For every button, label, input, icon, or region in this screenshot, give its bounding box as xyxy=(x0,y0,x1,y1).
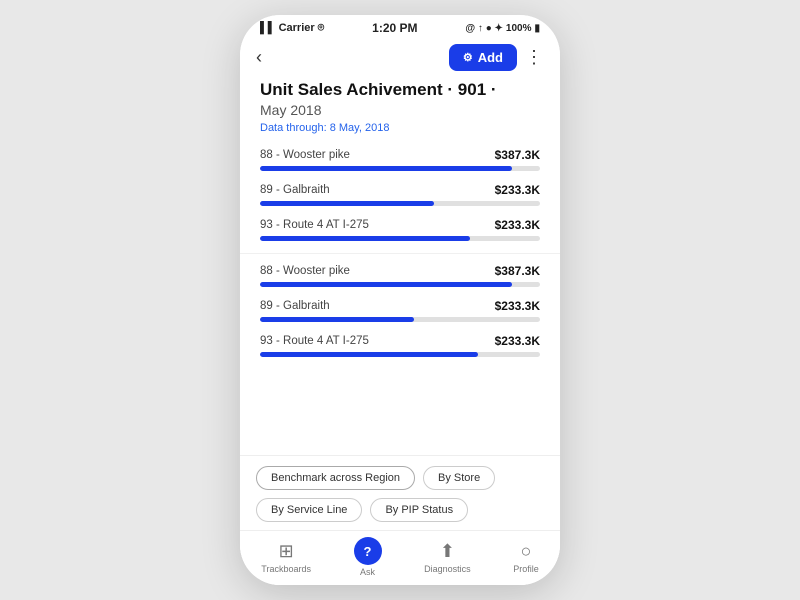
trackboards-icon: ⊞ xyxy=(279,541,294,562)
bar-value: $233.3K xyxy=(495,299,540,313)
bottom-nav: ⊞ Trackboards ? Ask ⬆ Diagnostics ○ Prof… xyxy=(240,530,560,585)
title-badge: 901 xyxy=(458,80,486,99)
nav-actions: ⚙ Add ⋮ xyxy=(449,44,544,71)
diagnostics-icon: ⬆ xyxy=(440,541,455,562)
bar-item: 88 - Wooster pike $387.3K xyxy=(260,148,540,171)
title-text: Unit Sales Achivement xyxy=(260,80,443,99)
bar-label: 93 - Route 4 AT I-275 xyxy=(260,219,369,231)
title-dot2: · xyxy=(491,80,497,99)
section-divider xyxy=(240,253,560,254)
page-title: Unit Sales Achivement · 901 · xyxy=(260,80,540,100)
bar-label: 93 - Route 4 AT I-275 xyxy=(260,335,369,347)
carrier-label: Carrier xyxy=(279,22,315,34)
bar-item: 93 - Route 4 AT I-275 $233.3K xyxy=(260,218,540,241)
bar-fill xyxy=(260,282,512,287)
filter-buttons: Benchmark across Region By Store By Servic… xyxy=(240,456,560,530)
filter-button[interactable]: By Service Line xyxy=(256,498,362,522)
bar-fill xyxy=(260,201,434,206)
bar-item: 88 - Wooster pike $387.3K xyxy=(260,264,540,287)
bar-value: $233.3K xyxy=(495,183,540,197)
bar-value: $387.3K xyxy=(495,148,540,162)
filter-icon: ⚙ xyxy=(463,51,473,64)
profile-icon: ○ xyxy=(521,541,532,562)
nav-tab-label: Trackboards xyxy=(261,564,311,574)
nav-bar: ‹ ⚙ Add ⋮ xyxy=(240,39,560,80)
phone-shell: ▌▌ Carrier ⌾ 1:20 PM @ ↑ ● ✦ 100% ▮ ‹ ⚙ … xyxy=(240,15,560,585)
ask-icon: ? xyxy=(354,537,382,565)
status-time: 1:20 PM xyxy=(372,21,417,35)
bar-label: 89 - Galbraith xyxy=(260,184,330,196)
status-right: @ ↑ ● ✦ 100% ▮ xyxy=(465,23,540,34)
nav-tab-label: Ask xyxy=(360,567,375,577)
bar-item: 93 - Route 4 AT I-275 $233.3K xyxy=(260,334,540,357)
nav-tab-trackboards[interactable]: ⊞ Trackboards xyxy=(261,541,311,574)
status-left: ▌▌ Carrier ⌾ xyxy=(260,22,324,35)
filter-button[interactable]: By PIP Status xyxy=(370,498,468,522)
bar-fill xyxy=(260,166,512,171)
nav-tab-label: Diagnostics xyxy=(424,564,471,574)
bar-value: $387.3K xyxy=(495,264,540,278)
bar-track xyxy=(260,317,540,322)
bar-fill xyxy=(260,317,414,322)
add-button-label: Add xyxy=(478,50,503,65)
bar-fill xyxy=(260,352,478,357)
bar-track xyxy=(260,352,540,357)
signal-icon: ▌▌ xyxy=(260,22,276,34)
nav-tab-diagnostics[interactable]: ⬆ Diagnostics xyxy=(424,541,471,574)
title-dot1: · xyxy=(447,80,457,99)
page-header: Unit Sales Achivement · 901 · May 2018 D… xyxy=(260,80,540,134)
status-bar: ▌▌ Carrier ⌾ 1:20 PM @ ↑ ● ✦ 100% ▮ xyxy=(240,15,560,39)
bar-list: 88 - Wooster pike $387.3K 89 - Galbraith… xyxy=(260,148,540,357)
bar-label: 88 - Wooster pike xyxy=(260,149,350,161)
add-button[interactable]: ⚙ Add xyxy=(449,44,517,71)
page-subtitle: May 2018 xyxy=(260,102,540,118)
bar-fill xyxy=(260,236,470,241)
battery-label: 100% xyxy=(506,23,532,34)
nav-tab-profile[interactable]: ○ Profile xyxy=(513,541,539,574)
filter-button[interactable]: Benchmark across Region xyxy=(256,466,415,490)
page-content: Unit Sales Achivement · 901 · May 2018 D… xyxy=(240,80,560,455)
wifi-icon: ⌾ xyxy=(318,22,325,35)
bar-track xyxy=(260,236,540,241)
filter-button[interactable]: By Store xyxy=(423,466,495,490)
bar-track xyxy=(260,166,540,171)
bar-value: $233.3K xyxy=(495,218,540,232)
bottom-area: Benchmark across Region By Store By Servic… xyxy=(240,455,560,585)
page-date: Data through: 8 May, 2018 xyxy=(260,122,540,134)
battery-icon: ▮ xyxy=(534,23,540,34)
status-icons: @ ↑ ● ✦ xyxy=(465,23,503,34)
bar-track xyxy=(260,201,540,206)
bar-label: 89 - Galbraith xyxy=(260,300,330,312)
back-button[interactable]: ‹ xyxy=(256,43,270,72)
bar-value: $233.3K xyxy=(495,334,540,348)
bar-item: 89 - Galbraith $233.3K xyxy=(260,183,540,206)
nav-tab-ask[interactable]: ? Ask xyxy=(354,537,382,577)
nav-tab-label: Profile xyxy=(513,564,539,574)
more-button[interactable]: ⋮ xyxy=(525,47,544,68)
bar-item: 89 - Galbraith $233.3K xyxy=(260,299,540,322)
bar-label: 88 - Wooster pike xyxy=(260,265,350,277)
bar-track xyxy=(260,282,540,287)
